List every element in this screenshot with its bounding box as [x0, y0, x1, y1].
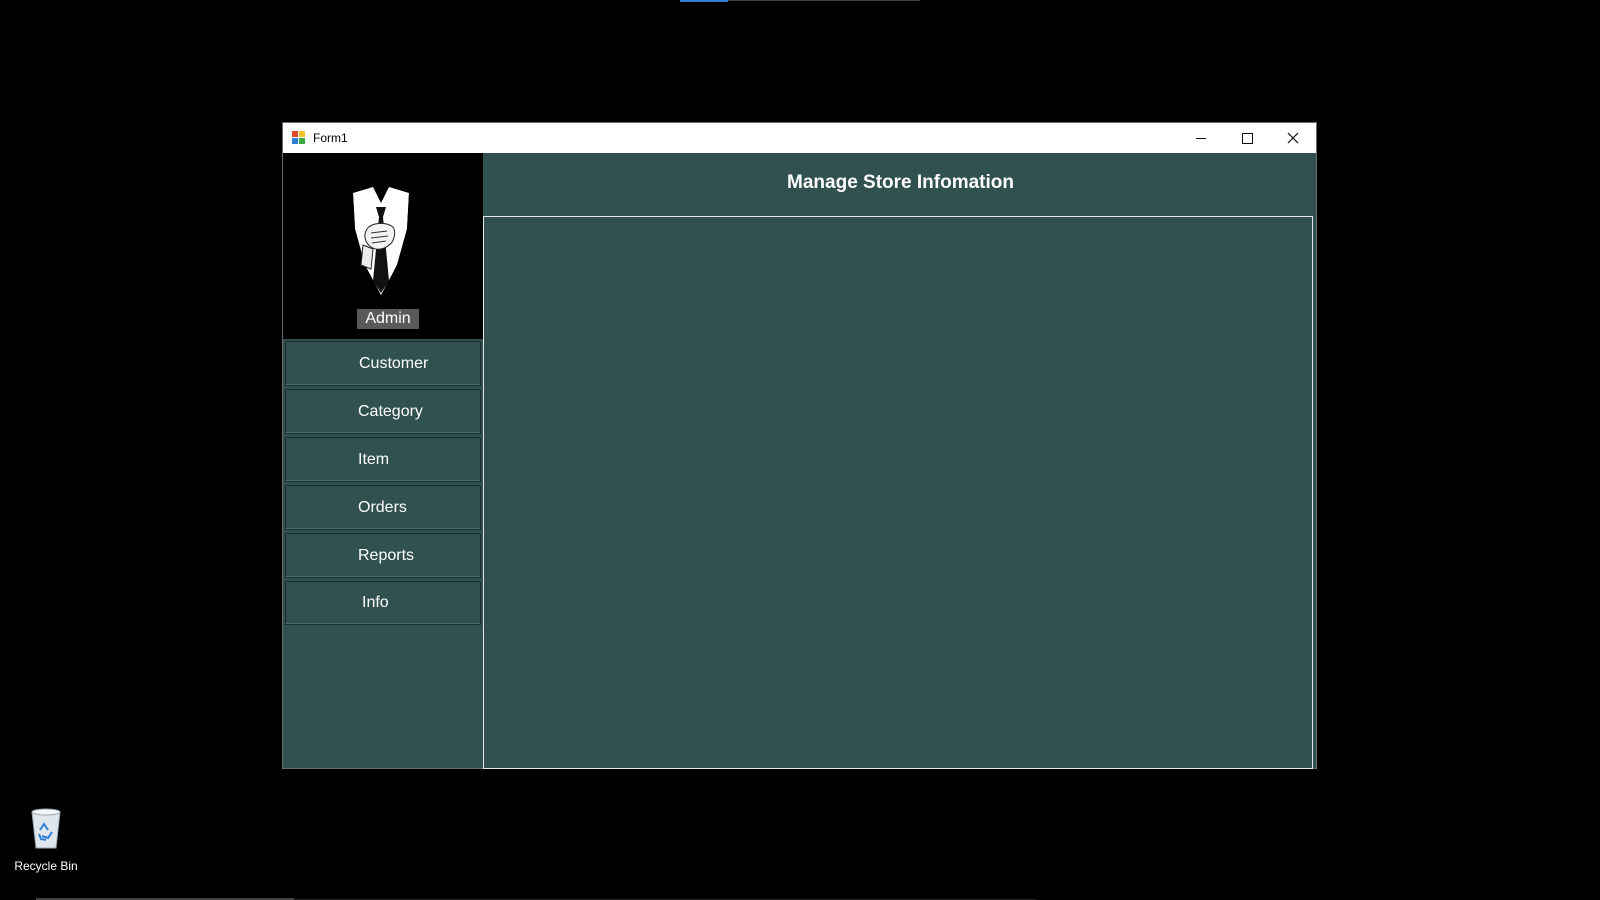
page-title: Manage Store Infomation [787, 172, 1014, 193]
content-panel[interactable] [483, 216, 1313, 769]
nav-item-category[interactable]: Category [285, 389, 481, 434]
nav-item-orders[interactable]: Orders [285, 485, 481, 530]
taskbar-accent [680, 0, 728, 2]
nav-item-reports[interactable]: Reports [285, 533, 481, 578]
nav-item-label: Reports [358, 546, 415, 564]
tuxedo-avatar-icon [345, 185, 417, 297]
nav-item-customer[interactable]: Customer [285, 341, 481, 386]
app-window: Form1 Admin Customer Category Item Order… [282, 122, 1317, 769]
profile-panel: Admin [283, 153, 483, 339]
desktop-icon-recycle-bin[interactable]: Recycle Bin [10, 806, 82, 873]
recycle-bin-icon [31, 808, 61, 849]
title-bar[interactable]: Form1 [283, 123, 1316, 153]
maximize-button[interactable] [1224, 123, 1270, 153]
nav-item-label: Item [358, 450, 390, 468]
close-button[interactable] [1270, 123, 1316, 153]
minimize-icon [1196, 137, 1206, 139]
app-icon [292, 131, 306, 145]
sidebar: Admin Customer Category Item Orders Repo… [283, 153, 483, 768]
desktop: Form1 Admin Customer Category Item Order… [0, 0, 1600, 900]
maximize-icon [1241, 132, 1253, 144]
window-title: Form1 [313, 131, 348, 145]
nav-item-item[interactable]: Item [285, 437, 481, 482]
nav-item-label: Orders [358, 498, 407, 516]
nav-item-label: Customer [359, 354, 429, 372]
nav-item-label: Category [358, 402, 423, 420]
user-role-label: Admin [357, 309, 419, 329]
window-controls [1178, 123, 1316, 153]
nav-menu: Customer Category Item Orders Reports In… [285, 341, 481, 628]
close-icon [1287, 132, 1299, 144]
nav-item-info[interactable]: Info [285, 581, 481, 625]
minimize-button[interactable] [1178, 123, 1224, 153]
nav-item-label: Info [362, 594, 389, 611]
desktop-icon-label: Recycle Bin [14, 859, 78, 873]
